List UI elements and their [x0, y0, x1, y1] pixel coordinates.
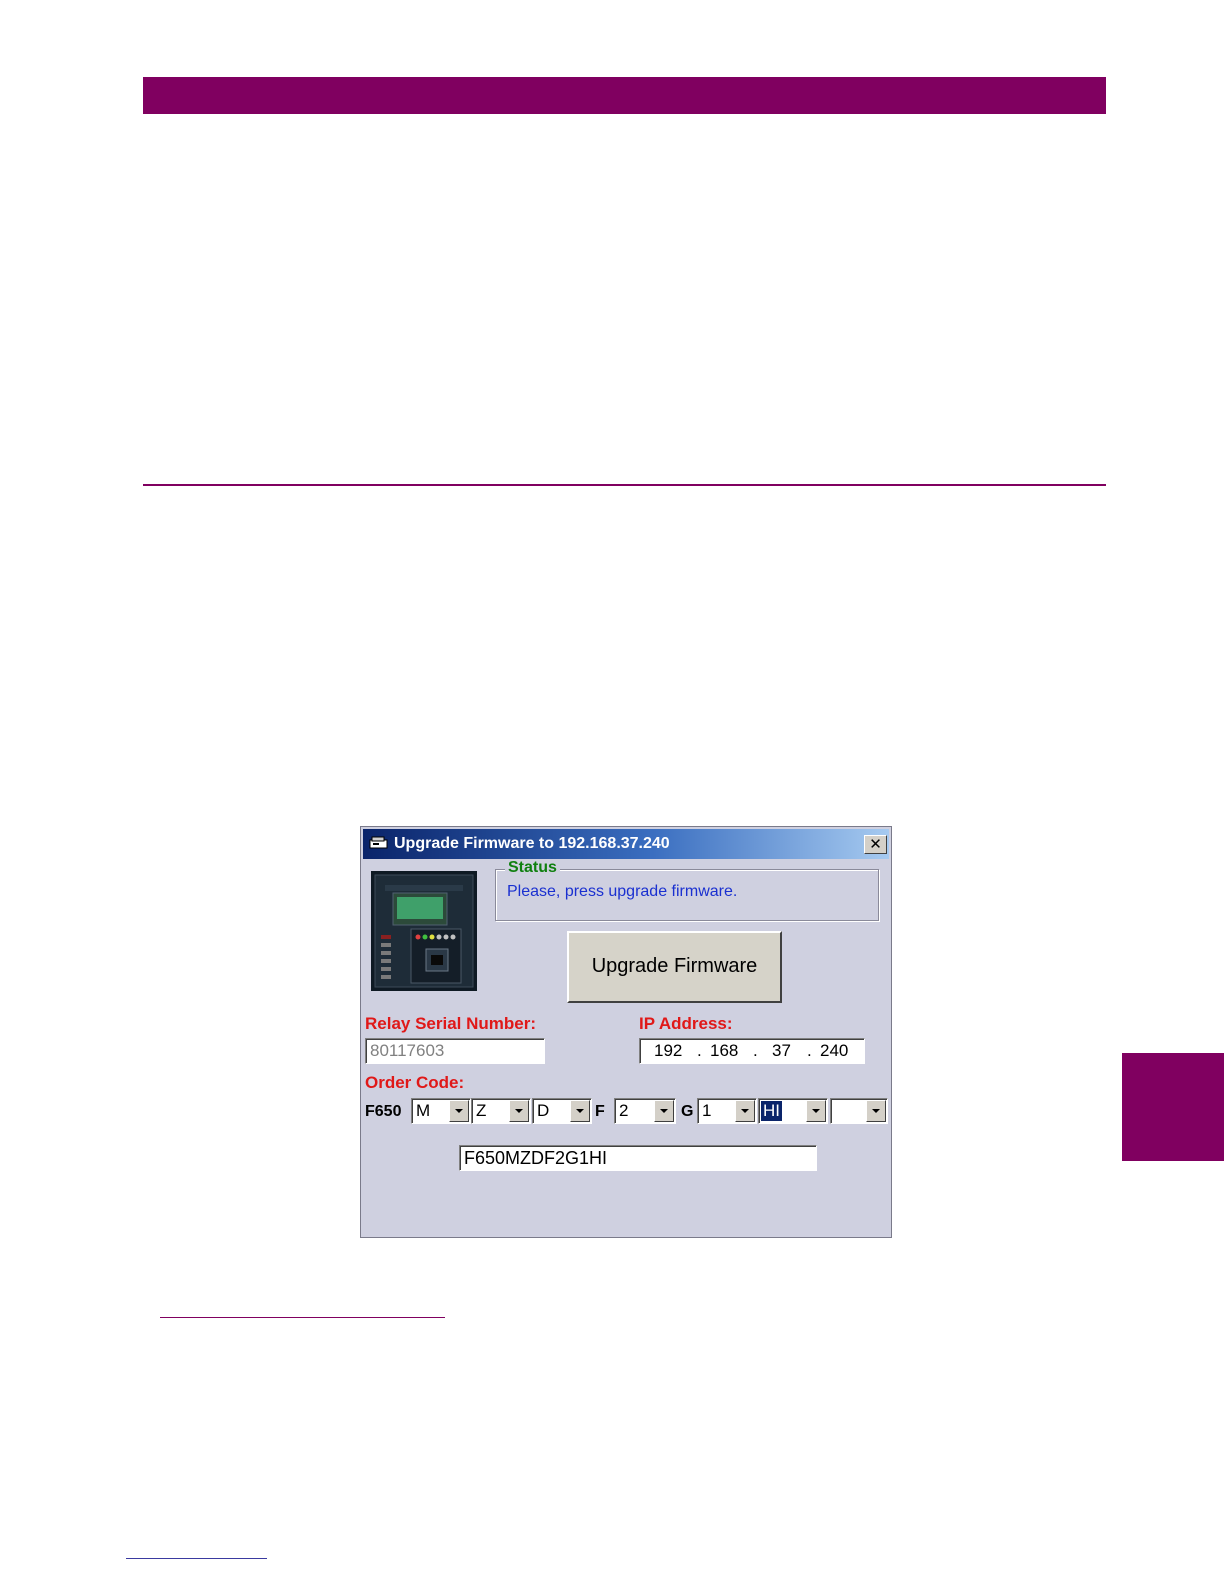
- header-bar: [143, 77, 1106, 114]
- order-code-combo-3[interactable]: D: [532, 1098, 592, 1124]
- serial-number-label: Relay Serial Number:: [365, 1014, 537, 1033]
- chevron-down-icon[interactable]: [866, 1100, 886, 1122]
- ip-dot: .: [697, 1041, 702, 1060]
- app-icon: [369, 836, 388, 849]
- ip-dot: .: [753, 1041, 758, 1060]
- dialog-title: Upgrade Firmware to 192.168.37.240: [394, 835, 670, 852]
- footer-divider: [126, 1558, 267, 1559]
- status-message: Please, press upgrade firmware.: [507, 883, 738, 900]
- combo-value-selected: HI: [760, 1100, 783, 1122]
- relay-device-image: [371, 871, 477, 991]
- ip-dot: .: [807, 1041, 812, 1060]
- ip-address-label: IP Address:: [639, 1014, 733, 1033]
- chevron-down-icon[interactable]: [654, 1100, 674, 1122]
- footnote-divider: [160, 1317, 445, 1318]
- order-code-fixed-g: G: [681, 1103, 694, 1120]
- combo-value: M: [416, 1101, 431, 1120]
- order-code-combo-6[interactable]: HI: [758, 1098, 828, 1124]
- combo-value: D: [537, 1101, 550, 1120]
- order-code-prefix: F650: [365, 1103, 402, 1120]
- close-button[interactable]: ✕: [864, 835, 887, 854]
- ip-octet-2: 168: [710, 1041, 739, 1060]
- combo-value: 1: [702, 1101, 712, 1120]
- ip-octet-1: 192: [654, 1041, 683, 1060]
- ip-address-field[interactable]: 192 . 168 . 37 . 240: [639, 1038, 865, 1064]
- order-code-combo-7[interactable]: [830, 1098, 888, 1124]
- chevron-down-icon[interactable]: [570, 1100, 590, 1122]
- ip-octet-4: 240: [820, 1041, 849, 1060]
- order-code-combo-4[interactable]: 2: [614, 1098, 676, 1124]
- combo-value: 2: [619, 1101, 629, 1120]
- close-icon: ✕: [869, 835, 882, 853]
- upgrade-firmware-dialog: Upgrade Firmware to 192.168.37.240 ✕ Sta…: [360, 826, 892, 1238]
- order-code-combo-5[interactable]: 1: [697, 1098, 757, 1124]
- order-code-label: Order Code:: [365, 1073, 465, 1092]
- order-code-fixed-f: F: [595, 1103, 605, 1120]
- chevron-down-icon[interactable]: [509, 1100, 529, 1122]
- ip-octet-3: 37: [772, 1041, 791, 1060]
- order-code-combo-1[interactable]: M: [411, 1098, 471, 1124]
- order-code-combo-2[interactable]: Z: [471, 1098, 531, 1124]
- status-legend: Status: [505, 859, 560, 877]
- dialog-titlebar[interactable]: Upgrade Firmware to 192.168.37.240 ✕: [363, 829, 889, 859]
- chevron-down-icon[interactable]: [449, 1100, 469, 1122]
- combo-value: Z: [476, 1101, 487, 1120]
- serial-number-field[interactable]: 80117603: [365, 1038, 545, 1064]
- upgrade-firmware-button[interactable]: Upgrade Firmware: [567, 931, 782, 1003]
- chevron-down-icon[interactable]: [806, 1100, 826, 1122]
- order-code-result-field[interactable]: F650MZDF2G1HI: [459, 1145, 817, 1171]
- chapter-tab: [1122, 1053, 1224, 1161]
- section-divider: [143, 484, 1106, 486]
- chevron-down-icon[interactable]: [735, 1100, 755, 1122]
